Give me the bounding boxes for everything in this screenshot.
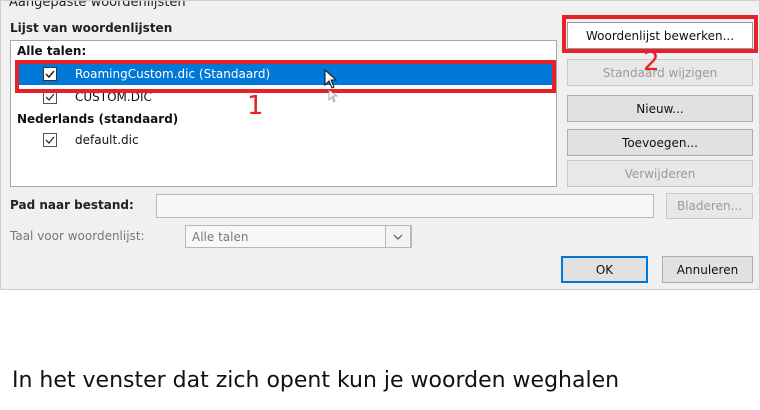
language-select-value: Alle talen xyxy=(192,229,249,244)
change-default-button[interactable]: Standaard wijzigen xyxy=(567,59,753,86)
path-input[interactable] xyxy=(156,194,654,218)
checkbox-roamingcustom[interactable] xyxy=(43,67,57,81)
checkbox-custom[interactable] xyxy=(43,90,57,104)
dictionary-item-label: RoamingCustom.dic (Standaard) xyxy=(75,67,271,81)
chevron-down-icon[interactable] xyxy=(385,225,411,248)
annotation-marker-2: 2 xyxy=(643,47,660,77)
caption-text: In het venster dat zich opent kun je woo… xyxy=(12,368,620,393)
custom-dictionaries-dialog: Aangepaste woordenlijsten Lijst van woor… xyxy=(0,0,760,290)
dictionary-item-label: default.dic xyxy=(75,133,139,147)
add-button[interactable]: Toevoegen... xyxy=(567,129,753,156)
annotation-marker-1: 1 xyxy=(247,91,264,121)
group-header-dutch: Nederlands (standaard) xyxy=(17,112,179,126)
group-header-all-languages: Alle talen: xyxy=(17,44,87,58)
dictionary-listbox[interactable]: Alle talen: RoamingCustom.dic (Standaard… xyxy=(10,40,557,187)
dictionary-item-label: CUSTOM.DIC xyxy=(75,90,152,104)
dictionary-list-label: Lijst van woordenlijsten xyxy=(10,21,173,35)
cancel-button[interactable]: Annuleren xyxy=(662,256,753,283)
language-select[interactable]: Alle talen xyxy=(185,225,412,248)
path-label: Pad naar bestand: xyxy=(10,198,134,212)
dictionary-item-default[interactable]: default.dic xyxy=(17,129,555,151)
checkbox-default[interactable] xyxy=(43,133,57,147)
dictionary-item-roamingcustom[interactable]: RoamingCustom.dic (Standaard) xyxy=(17,63,555,85)
checkbox-checked-icon xyxy=(43,90,57,104)
ok-button[interactable]: OK xyxy=(561,256,648,283)
new-button[interactable]: Nieuw... xyxy=(567,95,753,122)
edit-wordlist-button[interactable]: Woordenlijst bewerken... xyxy=(567,22,753,49)
dialog-title: Aangepaste woordenlijsten xyxy=(9,0,186,10)
language-label: Taal voor woordenlijst: xyxy=(10,229,145,243)
remove-button[interactable]: Verwijderen xyxy=(567,160,753,187)
mouse-cursor-ghost-icon xyxy=(328,88,339,107)
dictionary-item-custom[interactable]: CUSTOM.DIC xyxy=(17,86,555,108)
checkbox-checked-icon xyxy=(43,133,57,147)
browse-button[interactable]: Bladeren... xyxy=(666,193,753,219)
checkbox-checked-icon xyxy=(43,67,57,81)
